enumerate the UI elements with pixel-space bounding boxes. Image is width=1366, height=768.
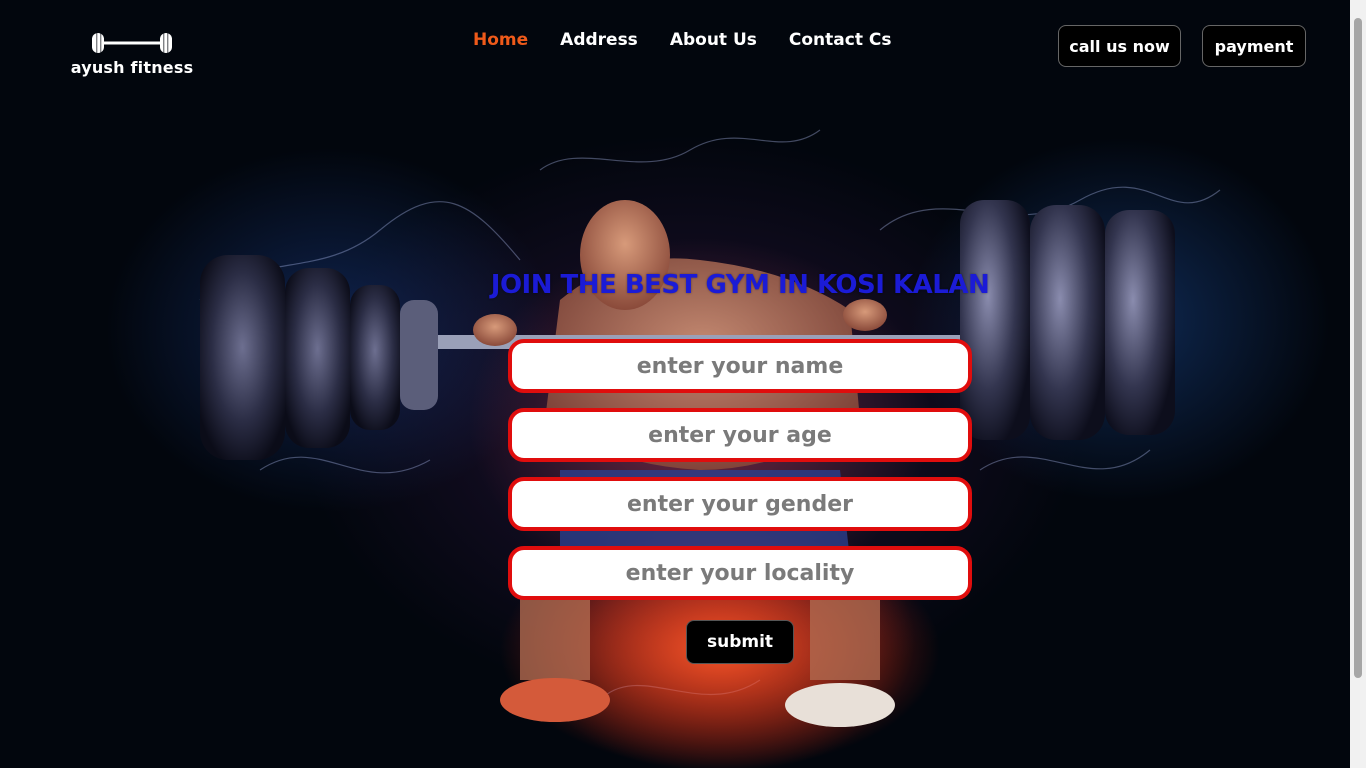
page-scrollbar[interactable]: [1350, 0, 1366, 768]
name-input[interactable]: [508, 339, 972, 393]
form-headline: JOIN THE BEST GYM IN KOSI KALAN: [490, 270, 990, 300]
nav-contact[interactable]: Contact Cs: [789, 30, 892, 50]
call-us-button[interactable]: call us now: [1058, 25, 1181, 67]
age-input[interactable]: [508, 408, 972, 462]
main-nav: Home Address About Us Contact Cs: [473, 30, 891, 50]
brand-logo[interactable]: ayush fitness: [70, 30, 194, 77]
nav-address[interactable]: Address: [560, 30, 638, 50]
scrollbar-thumb[interactable]: [1354, 18, 1362, 678]
locality-input[interactable]: [508, 546, 972, 600]
dumbbell-icon: [92, 33, 172, 53]
nav-about-us[interactable]: About Us: [670, 30, 757, 50]
submit-button[interactable]: submit: [686, 620, 794, 664]
payment-button[interactable]: payment: [1202, 25, 1306, 67]
brand-name: ayush fitness: [70, 58, 194, 77]
gender-input[interactable]: [508, 477, 972, 531]
nav-home[interactable]: Home: [473, 30, 528, 50]
